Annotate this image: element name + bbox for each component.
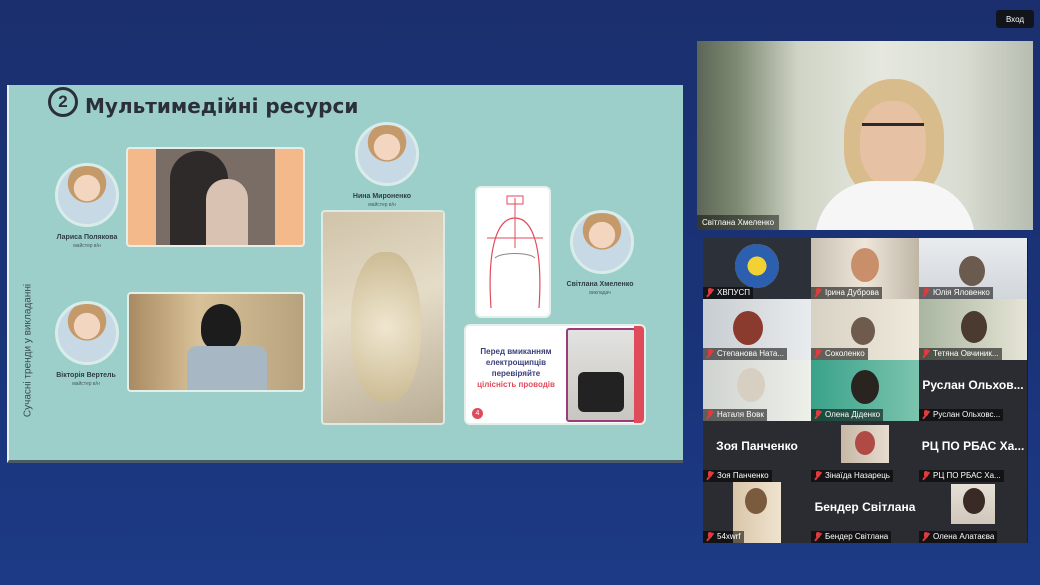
portrait-photo (570, 210, 634, 274)
participant-name: Бендер Світлана (825, 532, 889, 541)
mic-muted-icon (814, 288, 822, 297)
participant-display-name: РЦ ПО РБАС Ха... (921, 439, 1025, 453)
participant-name: Олена Діденко (825, 410, 881, 419)
haircut-photo (126, 147, 305, 247)
mic-muted-icon (922, 349, 930, 358)
participant-tile[interactable]: ХВПУСП (703, 238, 811, 299)
participant-name: Юлія Яловенко (933, 288, 990, 297)
participant-tile[interactable]: Степанова Ната... (703, 299, 811, 360)
mic-muted-icon (706, 288, 714, 297)
portrait-photo (55, 301, 119, 365)
mic-muted-icon (814, 349, 822, 358)
mic-muted-icon (706, 410, 714, 419)
participant-display-name: Бендер Світлана (814, 500, 916, 514)
participant-tile[interactable]: Зоя Панченко Зоя Панченко (703, 421, 811, 482)
participant-tile[interactable]: Наталя Вовк (703, 360, 811, 421)
tip-text: Перед вмиканням електрощипців перевіряйт… (480, 347, 552, 378)
participant-name: Наталя Вовк (717, 410, 764, 419)
curling-iron-photo (566, 328, 636, 422)
participant-name: Тетяна Овчиник... (933, 349, 999, 358)
mic-muted-icon (922, 532, 930, 541)
mic-muted-icon (706, 532, 714, 541)
participant-name: РЦ ПО РБАС Ха... (933, 471, 1001, 480)
participant-name: Олена Алатаєва (933, 532, 995, 541)
mic-muted-icon (706, 349, 714, 358)
mic-muted-icon (922, 288, 930, 297)
portrait-photo (55, 163, 119, 227)
participant-name: ХВПУСП (717, 288, 751, 297)
participant-tile[interactable]: РЦ ПО РБАС Ха... РЦ ПО РБАС Ха... (919, 421, 1027, 482)
card-badge: 4 (472, 408, 483, 419)
mic-muted-icon (814, 532, 822, 541)
participant-tile[interactable]: Ірина Дуброва (811, 238, 919, 299)
organization-logo (735, 244, 779, 288)
mic-muted-icon (706, 471, 714, 480)
participant-tile[interactable]: Тетяна Овчиник... (919, 299, 1027, 360)
shared-slide: 2 Мультимедійні ресурси Сучасні тренди у… (7, 85, 683, 463)
slide-vertical-caption: Сучасні тренди у викладанні (22, 283, 34, 418)
card-accent-band (634, 326, 644, 423)
participant-tile[interactable]: Олена Діденко (811, 360, 919, 421)
hair-styling-photo (321, 210, 445, 425)
mic-muted-icon (922, 410, 930, 419)
participant-tile[interactable]: Руслан Ольхов... Руслан Ольховс... (919, 360, 1027, 421)
participant-tile[interactable]: Зінаїда Назарець (811, 421, 919, 482)
participant-tile[interactable]: Бендер Світлана Бендер Світлана (811, 482, 919, 543)
portrait-photo (355, 122, 419, 186)
person-role: майстер в/н (368, 202, 396, 208)
participant-tile[interactable]: 54xwrf (703, 482, 811, 543)
person-role: викладач (589, 290, 611, 296)
participant-grid: ХВПУСП Ірина Дуброва Юлія Яловенко Степа… (703, 238, 1028, 543)
person-name: Нина Мироненко (352, 193, 412, 200)
participant-tile[interactable]: Соколенко (811, 299, 919, 360)
participant-display-name: Зоя Панченко (716, 439, 798, 453)
participant-name: Степанова Ната... (717, 349, 785, 358)
participant-tile[interactable]: Олена Алатаєва (919, 482, 1027, 543)
participant-tile[interactable]: Юлія Яловенко (919, 238, 1027, 299)
participant-name: Соколенко (825, 349, 865, 358)
participant-name: 54xwrf (717, 532, 741, 541)
tip-highlight: цілісність проводів (477, 380, 555, 389)
head-diagram (475, 186, 551, 318)
person-name: Світлана Хмеленко (566, 281, 634, 288)
slide-number: 2 (48, 87, 78, 117)
participant-name: Зінаїда Назарець (825, 471, 890, 480)
participant-name: Руслан Ольховс... (933, 410, 1001, 419)
speaker-name: Світлана Хмеленко (697, 215, 780, 230)
mic-muted-icon (814, 471, 822, 480)
mic-muted-icon (922, 471, 930, 480)
mannequin-photo (127, 292, 305, 392)
participant-name: Зоя Панченко (717, 471, 769, 480)
participant-display-name: Руслан Ольхов... (922, 378, 1024, 392)
mic-muted-icon (814, 410, 822, 419)
active-speaker-video[interactable]: Світлана Хмеленко (697, 41, 1033, 230)
participant-name: Ірина Дуброва (825, 288, 880, 297)
slide-title: Мультимедійні ресурси (85, 94, 359, 118)
safety-tip-card: Перед вмиканням електрощипців перевіряйт… (464, 324, 646, 425)
login-button[interactable]: Вход (996, 10, 1034, 28)
